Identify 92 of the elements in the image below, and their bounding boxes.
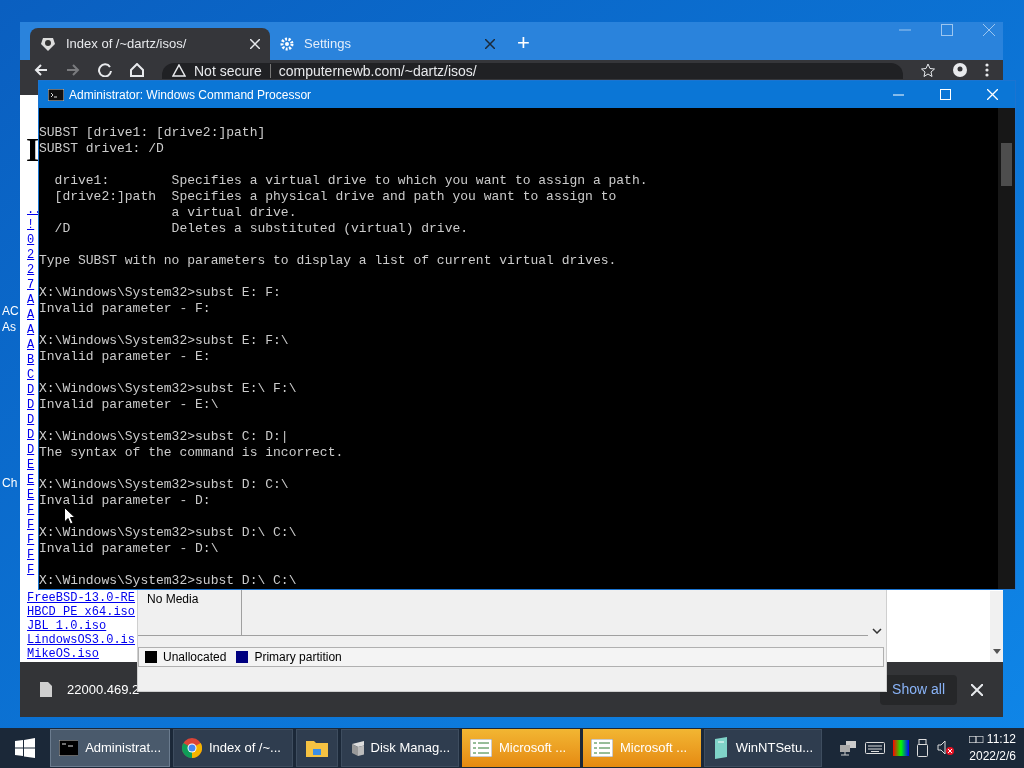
file-link[interactable]: HBCD_PE_x64.iso — [27, 605, 136, 619]
file-link[interactable]: JBL_1.0.iso — [27, 619, 136, 633]
console-line: Invalid parameter - F: — [39, 301, 212, 317]
console-line: Invalid parameter - E:\ — [39, 397, 220, 413]
color-palette-icon[interactable] — [893, 740, 910, 756]
clock[interactable]: □□ 11:12 2022/2/6 — [969, 731, 1016, 765]
desktop-icon-label[interactable]: Ch — [2, 477, 18, 489]
file-link[interactable]: C — [27, 368, 42, 383]
keyboard-icon[interactable] — [865, 742, 886, 754]
clock-time: □□ 11:12 — [969, 731, 1016, 748]
desktop-icon-label[interactable]: AC — [2, 305, 19, 317]
desktop-icon-label[interactable]: As — [2, 321, 16, 333]
taskbar-button[interactable]: Administrat... — [50, 729, 170, 767]
forward-icon[interactable] — [66, 63, 80, 77]
menu-icon[interactable] — [985, 63, 989, 77]
star-icon[interactable] — [921, 63, 935, 77]
console-icon — [59, 740, 79, 756]
document-icon — [591, 739, 613, 757]
usb-drive-icon[interactable] — [917, 739, 930, 757]
warning-icon — [172, 64, 186, 77]
network-icon[interactable] — [839, 740, 858, 756]
document-icon — [470, 739, 492, 757]
file-link[interactable]: 2 — [27, 248, 42, 263]
file-link[interactable]: E — [27, 458, 42, 473]
chevron-down-icon[interactable] — [872, 628, 882, 634]
file-icon — [40, 682, 52, 697]
page-heading: I — [26, 133, 40, 167]
profile-icon[interactable] — [953, 63, 967, 77]
console-line: SUBST [drive1: [drive2:]path] — [39, 125, 267, 141]
legend-label: Primary partition — [254, 649, 342, 666]
start-icon[interactable] — [15, 738, 35, 758]
file-link[interactable]: E — [27, 488, 42, 503]
console-icon — [48, 88, 64, 101]
console-line: /D Deletes a substituted (virtual) drive. — [53, 221, 470, 237]
scrollbar[interactable] — [998, 108, 1015, 589]
file-link[interactable]: MikeOS.iso — [27, 647, 136, 661]
console-line: X:\Windows\System32>subst D:\ C:\ — [39, 525, 298, 541]
taskbar-button[interactable]: Index of /~... — [173, 729, 293, 767]
console-line: X:\Windows\System32>subst E:\ F:\ — [39, 381, 298, 397]
console-line: X:\Windows\System32>subst E: F: — [39, 285, 282, 301]
speaker-muted-icon[interactable] — [937, 740, 956, 756]
file-link[interactable]: A — [27, 308, 42, 323]
taskbar-button[interactable]: Disk Manag... — [341, 729, 459, 767]
console-line: SUBST drive1: /D — [39, 141, 165, 157]
file-link[interactable]: 2 — [27, 263, 42, 278]
file-link[interactable]: F — [27, 503, 42, 518]
console-line: Type SUBST with no parameters to display a list of current virtual drives. — [39, 253, 618, 269]
taskbar-button[interactable] — [296, 729, 338, 767]
console-line: [drive2:]path Specifies a physical drive and path you want to assign to — [53, 189, 618, 205]
console-line: X:\Windows\System32>subst C: D:| — [39, 429, 290, 445]
folder-icon — [306, 739, 328, 757]
file-link[interactable]: FreeBSD-13.0-RE — [27, 591, 136, 605]
mouse-cursor-icon — [64, 507, 75, 525]
chrome-icon — [182, 738, 202, 758]
show-all-button[interactable]: Show all — [880, 674, 957, 705]
home-icon[interactable] — [130, 63, 144, 77]
disk-drive-icon — [350, 739, 364, 757]
clock-date: 2022/2/6 — [969, 748, 1016, 765]
gear-icon — [280, 37, 294, 51]
browser-tab[interactable]: Index of /~dartz/isos/ — [30, 28, 270, 60]
file-link[interactable]: ! — [27, 218, 42, 233]
address-bar[interactable]: Not secure computernewb.com/~dartz/isos/ — [162, 63, 903, 79]
scrollbar[interactable] — [990, 591, 1003, 662]
console-line: a virtual drive. — [170, 205, 298, 221]
file-link[interactable]: 0 — [27, 233, 42, 248]
scroll-thumb[interactable] — [1001, 143, 1012, 186]
taskbar-button[interactable]: WinNTSetu... — [704, 729, 822, 767]
security-label: Not secure — [194, 64, 262, 78]
back-icon[interactable] — [34, 63, 48, 77]
reload-icon[interactable] — [98, 63, 112, 77]
console-line: The syntax of the command is incorrect. — [39, 445, 345, 461]
scroll-down-icon[interactable] — [993, 649, 1001, 654]
url-text: computernewb.com/~dartz/isos/ — [278, 64, 477, 78]
legend-label: Unallocated — [163, 649, 227, 666]
console-line: X:\Windows\System32>subst D:\ C:\ — [39, 573, 298, 589]
download-item[interactable]: 22000.469.2 — [67, 679, 140, 700]
file-link[interactable]: B — [27, 353, 42, 368]
console-line: Invalid parameter - D: — [39, 493, 212, 509]
site-icon — [40, 36, 56, 52]
window-title: Administrator: Windows Command Processor — [69, 86, 312, 104]
file-link[interactable]: D — [27, 443, 42, 458]
console-line: Invalid parameter - D:\ — [39, 541, 220, 557]
new-tab-button[interactable]: + — [517, 32, 530, 54]
console-line: X:\Windows\System32>subst E: F:\ — [39, 333, 290, 349]
file-link[interactable]: F — [27, 548, 42, 563]
console-line: Invalid parameter - E: — [39, 349, 212, 365]
console-line: X:\Windows\System32>subst D: C:\ — [39, 477, 290, 493]
console-line: drive1: Specifies a virtual drive to which you want to assign a path. — [53, 173, 649, 189]
file-link[interactable]: LindowsOS3.0.is — [27, 633, 136, 647]
file-link[interactable]: D — [27, 413, 42, 428]
installer-icon — [713, 737, 729, 759]
media-status: No Media — [147, 592, 199, 606]
